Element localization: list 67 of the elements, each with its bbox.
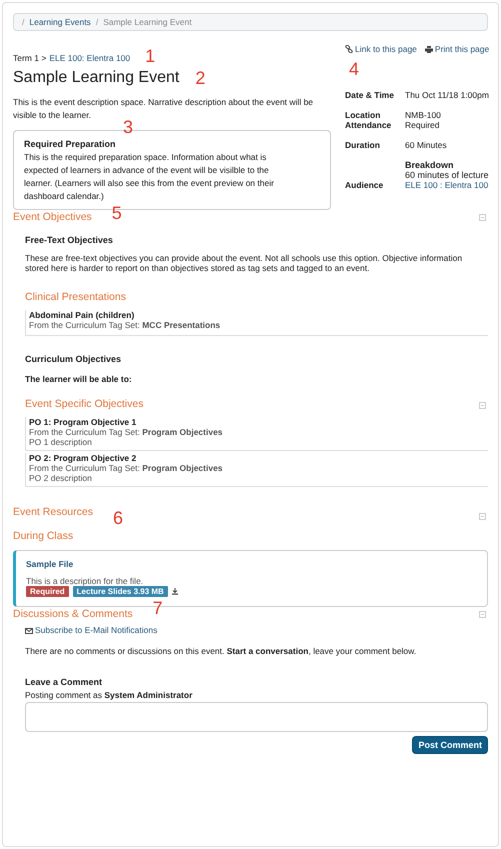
event-description: This is the event description space. Narrative description about the event will be visible to the learner. — [13, 96, 314, 120]
subsection-heading: Clinical Presentations — [25, 290, 127, 306]
event-title: Sample Learning Event — [13, 68, 180, 88]
section-heading: Event Objectives — [13, 210, 92, 225]
collapse-icon[interactable] — [479, 610, 486, 618]
objective-source: From the Curriculum Tag Set: MCC Presentations — [29, 320, 222, 330]
chain-link-icon — [345, 45, 353, 54]
preparation-text: This is the required preparation space. Information about what is expected of learners in advance of the event will be visilble to the learner. (Learners will also see this from the event preview on their dashboard calendar.) — [24, 151, 275, 203]
breadcrumb-current: Sample Learning Event — [103, 16, 192, 28]
section-heading: Discussions & Comments — [13, 606, 133, 622]
breakdown-heading: Breakdown — [405, 160, 455, 170]
subscribe-link[interactable]: Subscribe to E-Mail Notifications — [25, 624, 488, 637]
post-comment-button[interactable]: Post Comment — [412, 736, 488, 754]
annotation-number: 3 — [123, 118, 134, 136]
annotation-number: 4 — [349, 60, 360, 78]
detail-value: Thu Oct 11/18 1:00pm — [405, 90, 490, 100]
envelope-icon — [25, 628, 33, 634]
objectives-text: These are free-text objectives you can provide about the event. Not all schools use this option. Objective information stored here is harder to report on than objectives stored as tag sets and tagged to an event. — [25, 253, 464, 274]
objective-description: PO 1 description — [29, 437, 93, 447]
collapse-icon[interactable] — [479, 214, 486, 222]
subsection-heading: Free-Text Objectives — [25, 234, 114, 247]
annotation-number: 7 — [152, 598, 163, 616]
term-label: Term 1 > — [13, 52, 46, 65]
annotation-number: 1 — [145, 47, 156, 65]
file-tag: Required — [26, 586, 69, 596]
objective-description: PO 2 description — [29, 473, 93, 483]
section-heading: Event Resources — [13, 505, 93, 520]
posting-as-text: Posting comment as System Administrator — [25, 689, 194, 702]
annotation-number: 5 — [112, 204, 122, 222]
detail-value: Required — [405, 120, 440, 130]
annotation-number: 6 — [112, 509, 123, 527]
subsection-heading: Curriculum Objectives — [25, 353, 122, 366]
breadcrumb-link[interactable]: Learning Events — [29, 16, 91, 28]
objective-name: PO 1: Program Objective 1 — [29, 417, 138, 427]
subsection-heading: Event Specific Objectives — [25, 397, 144, 412]
download-icon[interactable] — [172, 588, 178, 594]
file-description: This is a description for the file. — [26, 576, 144, 586]
printer-icon — [424, 46, 433, 53]
objective-name: PO 2: Program Objective 2 — [29, 453, 138, 463]
breadcrumb-separator: / — [22, 16, 24, 28]
preparation-title: Required Preparation — [24, 138, 117, 151]
course-link[interactable]: ELE 100: Elentra 100 — [49, 52, 130, 65]
file-tag: Lecture Slides 3.93 MB — [72, 586, 168, 596]
file-title[interactable]: Sample File — [26, 558, 487, 570]
detail-label: Attendance — [345, 120, 392, 130]
page-link[interactable]: Print this page — [424, 43, 490, 56]
detail-value: NMB-100 — [405, 110, 442, 120]
collapse-icon[interactable] — [479, 512, 486, 520]
detail-label: Audience — [345, 180, 384, 190]
objective-source: From the Curriculum Tag Set: Program Objectives — [29, 427, 224, 437]
audience-link[interactable]: ELE 100 : Elentra 100 — [405, 180, 490, 190]
comment-field[interactable] — [25, 702, 488, 732]
page-link[interactable]: Link to this page — [345, 43, 417, 56]
detail-label: Duration — [345, 140, 381, 150]
subsection-heading: During Class — [13, 529, 74, 544]
objective-source: From the Curriculum Tag Set: Program Objectives — [29, 463, 224, 473]
detail-label: Date & Time — [345, 90, 395, 100]
breadcrumb-separator: / — [96, 16, 98, 28]
breakdown-value: 60 minutes of lecture — [405, 170, 490, 180]
no-comments-message: There are no comments or discussions on this event. Start a conversation, leave your comment below. — [25, 645, 418, 658]
detail-label: Location — [345, 110, 382, 120]
collapse-icon[interactable] — [479, 402, 486, 409]
detail-value: 60 Minutes — [405, 140, 448, 150]
comment-heading: Leave a Comment — [25, 676, 104, 689]
objectives-intro: The learner will be able to: — [25, 372, 133, 386]
objective-name: Abdominal Pain (children) — [29, 310, 136, 320]
annotation-number: 2 — [195, 69, 206, 87]
